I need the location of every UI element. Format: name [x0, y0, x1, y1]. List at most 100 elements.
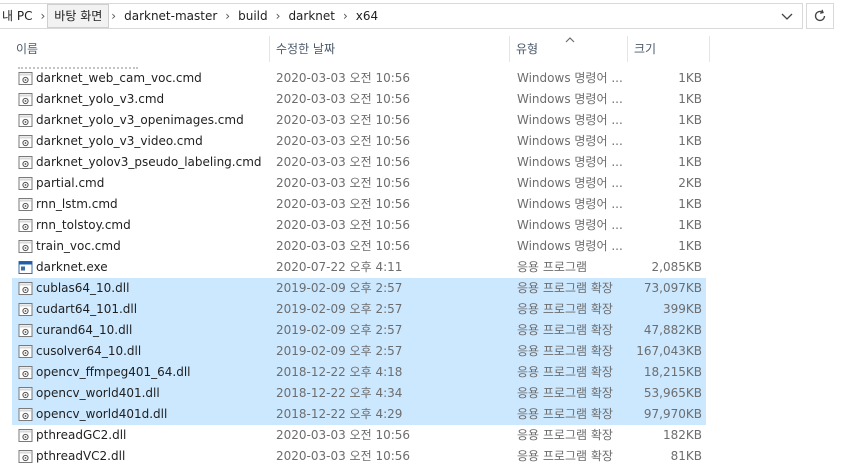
dll-file-icon	[18, 365, 33, 380]
file-type: 응용 프로그램 확장	[517, 302, 613, 316]
cmd-file-icon	[18, 134, 33, 149]
file-name: cudart64_101.dll	[36, 302, 138, 316]
file-name: opencv_ffmpeg401_64.dll	[36, 365, 191, 379]
file-name: train_voc.cmd	[36, 239, 121, 253]
file-size: 1KB	[678, 134, 702, 148]
address-bar[interactable]: 내 PC › 바탕 화면 › darknet-master › build › …	[0, 3, 803, 29]
file-row[interactable]: curand64_10.dll 2019-02-09 오후 2:57 응용 프로그램…	[12, 320, 706, 341]
file-date-modified: 2020-03-03 오전 10:56	[276, 449, 411, 463]
file-row[interactable]: cublas64_10.dll 2019-02-09 오후 2:57 응용 프로그램…	[12, 278, 706, 299]
cmd-file-icon	[18, 176, 33, 191]
file-date-modified: 2018-12-22 오후 4:34	[276, 386, 403, 400]
file-name: curand64_10.dll	[36, 323, 133, 337]
file-row[interactable]: train_voc.cmd 2020-03-03 오전 10:56 Windows …	[12, 236, 706, 257]
file-size: 73,097KB	[643, 281, 702, 295]
cmd-file-icon	[18, 218, 33, 233]
file-row[interactable]: pthreadGC2.dll 2020-03-03 오전 10:56 응용 프로그램…	[12, 425, 706, 446]
file-name: opencv_world401d.dll	[36, 407, 168, 421]
dll-file-icon	[18, 323, 33, 338]
file-row[interactable]: darknet_yolo_v3_video.cmd 2020-03-03 오전 1…	[12, 131, 706, 152]
file-size: 2,085KB	[651, 260, 702, 274]
file-date-modified: 2020-07-22 오후 4:11	[276, 260, 403, 274]
file-size: 1KB	[678, 92, 702, 106]
sort-ascending-icon	[565, 37, 575, 43]
breadcrumb-item-darknet-master[interactable]: darknet-master	[118, 5, 223, 27]
refresh-button[interactable]	[806, 3, 834, 29]
file-row[interactable]: partial.cmd 2020-03-03 오전 10:56 Windows 명령…	[12, 173, 706, 194]
file-size: 1KB	[678, 155, 702, 169]
file-name: darknet_yolo_v3_openimages.cmd	[36, 113, 244, 127]
file-row[interactable]: darknet_yolo_v3_openimages.cmd 2020-03-03…	[12, 110, 706, 131]
file-type: 응용 프로그램 확장	[517, 449, 613, 463]
chevron-down-icon	[781, 13, 793, 20]
file-size: 167,043KB	[636, 344, 702, 358]
dll-file-icon	[18, 449, 33, 464]
file-row[interactable]: rnn_tolstoy.cmd 2020-03-03 오전 10:56 Window…	[12, 215, 706, 236]
file-row[interactable]: opencv_world401d.dll 2018-12-22 오후 4:29 응용…	[12, 404, 706, 425]
file-row[interactable]: darknet_web_cam_voc.cmd 2020-03-03 오전 10:…	[12, 68, 706, 89]
file-type: 응용 프로그램 확장	[517, 323, 613, 337]
cmd-file-icon	[18, 113, 33, 128]
file-row[interactable]: rnn_lstm.cmd 2020-03-03 오전 10:56 Windows 명…	[12, 194, 706, 215]
column-header-date[interactable]: 수정한 날짜	[270, 36, 510, 62]
cmd-file-icon	[18, 155, 33, 170]
breadcrumb-item-x64[interactable]: x64	[350, 5, 384, 27]
file-row[interactable]: cusolver64_10.dll 2019-02-09 오후 2:57 응용 프로…	[12, 341, 706, 362]
breadcrumb-separator[interactable]: ›	[274, 9, 283, 23]
file-name: rnn_tolstoy.cmd	[36, 218, 131, 232]
file-size: 2KB	[678, 176, 702, 190]
file-name: darknet_yolo_v3_video.cmd	[36, 134, 203, 148]
file-date-modified: 2020-03-03 오전 10:56	[276, 239, 411, 253]
file-row[interactable]: darknet_yolo_v3.cmd 2020-03-03 오전 10:56 Wi…	[12, 89, 706, 110]
file-name: cusolver64_10.dll	[36, 344, 142, 358]
file-type: Windows 명령어 ...	[517, 155, 623, 169]
file-row[interactable]: pthreadVC2.dll 2020-03-03 오전 10:56 응용 프로그램…	[12, 446, 706, 467]
file-date-modified: 2019-02-09 오후 2:57	[276, 344, 403, 358]
file-date-modified: 2019-02-09 오후 2:57	[276, 302, 403, 316]
file-name: pthreadVC2.dll	[36, 449, 126, 463]
breadcrumb-separator[interactable]: ›	[38, 9, 47, 23]
breadcrumb-separator[interactable]: ›	[341, 9, 350, 23]
file-type: Windows 명령어 ...	[517, 176, 623, 190]
file-type: 응용 프로그램	[517, 260, 588, 274]
file-date-modified: 2020-03-03 오전 10:56	[276, 197, 411, 211]
file-size: 1KB	[678, 71, 702, 85]
file-date-modified: 2020-03-03 오전 10:56	[276, 113, 411, 127]
file-type: 응용 프로그램 확장	[517, 428, 613, 442]
dll-file-icon	[18, 344, 33, 359]
cmd-file-icon	[18, 197, 33, 212]
column-header-size[interactable]: 크기	[628, 36, 710, 62]
dll-file-icon	[18, 281, 33, 296]
file-date-modified: 2019-02-09 오후 2:57	[276, 323, 403, 337]
breadcrumb-item-this-pc[interactable]: 내 PC	[0, 5, 38, 27]
file-size: 182KB	[662, 428, 702, 442]
breadcrumb-separator[interactable]: ›	[109, 9, 118, 23]
dll-file-icon	[18, 386, 33, 401]
breadcrumb-item-darknet[interactable]: darknet	[282, 5, 341, 27]
breadcrumb-item-build[interactable]: build	[232, 5, 274, 27]
file-name: darknet_web_cam_voc.cmd	[36, 71, 202, 85]
file-size: 1KB	[678, 197, 702, 211]
breadcrumb-separator[interactable]: ›	[223, 9, 232, 23]
file-row[interactable]: opencv_world401.dll 2018-12-22 오후 4:34 응용 …	[12, 383, 706, 404]
breadcrumb-item-desktop[interactable]: 바탕 화면	[47, 4, 110, 28]
file-size: 1KB	[678, 239, 702, 253]
file-date-modified: 2020-03-03 오전 10:56	[276, 134, 411, 148]
file-row[interactable]: darknet_yolov3_pseudo_labeling.cmd 2020-0…	[12, 152, 706, 173]
dll-file-icon	[18, 407, 33, 422]
file-row[interactable]: opencv_ffmpeg401_64.dll 2018-12-22 오후 4:1…	[12, 362, 706, 383]
file-name: opencv_world401.dll	[36, 386, 160, 400]
dll-file-icon	[18, 428, 33, 443]
column-header-name[interactable]: 이름	[10, 36, 270, 62]
file-name: rnn_lstm.cmd	[36, 197, 118, 211]
file-date-modified: 2020-03-03 오전 10:56	[276, 155, 411, 169]
refresh-icon	[814, 9, 826, 22]
file-type: 응용 프로그램 확장	[517, 386, 613, 400]
file-row[interactable]: darknet.exe 2020-07-22 오후 4:11 응용 프로그램 2,08…	[12, 257, 706, 278]
file-row[interactable]: cudart64_101.dll 2019-02-09 오후 2:57 응용 프로그…	[12, 299, 706, 320]
file-type: Windows 명령어 ...	[517, 239, 623, 253]
address-history-dropdown[interactable]	[776, 6, 798, 28]
file-date-modified: 2018-12-22 오후 4:29	[276, 407, 403, 421]
file-name: darknet.exe	[36, 260, 108, 274]
file-type: Windows 명령어 ...	[517, 92, 623, 106]
